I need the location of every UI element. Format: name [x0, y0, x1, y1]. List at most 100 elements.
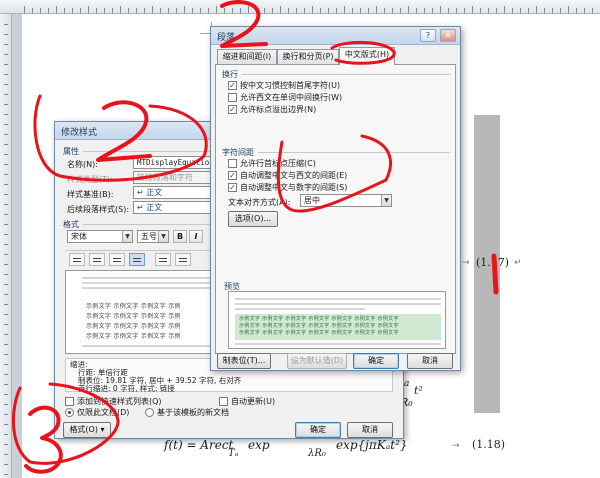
formula-118-lambda: λR₀: [308, 448, 326, 459]
align-justify-button[interactable]: [129, 253, 145, 266]
ruler-tick: [552, 8, 553, 13]
ruler-tick: [232, 8, 233, 13]
ruler-tick: [4, 154, 8, 155]
char-spacing-section: 字符间距: [222, 148, 254, 157]
auto-update-checkbox[interactable]: 自动更新(U): [219, 396, 275, 407]
align-center-button[interactable]: [89, 253, 105, 266]
line-spacing-1-button[interactable]: [155, 253, 171, 266]
template-radio[interactable]: 基于该模板的新文档: [145, 407, 229, 418]
preview-next-line: [235, 343, 441, 345]
radio-dot: [145, 408, 154, 417]
ruler-tick: [416, 8, 417, 13]
preview-prev-line: [235, 298, 441, 300]
following-style-label: 后续段落样式(S):: [67, 205, 130, 214]
format-menu-button[interactable]: 格式(O) ▾: [63, 422, 111, 438]
checkbox-box: [228, 159, 237, 168]
compress-punctuation-checkbox[interactable]: 允许行首标点压缩(C): [228, 158, 316, 169]
divider: [258, 152, 450, 153]
ruler-tick: [240, 8, 241, 13]
bold-button[interactable]: B: [173, 230, 187, 243]
ruler-tick: [4, 264, 8, 265]
chinese-line-break-checkbox[interactable]: ✓ 按中文习惯控制首尾字符(U): [228, 80, 340, 91]
modify-style-cancel-button[interactable]: 取消: [347, 422, 393, 438]
style-type-value: 链接段落和字符: [137, 173, 193, 182]
name-label: 名称(N):: [67, 160, 98, 169]
ruler-tick: [288, 8, 289, 13]
this-document-radio[interactable]: 仅限此文档(D): [65, 407, 129, 418]
preview-sample-text: 示例文字 示例文字 示例文字 示例: [86, 303, 181, 310]
ruler-tick: [4, 414, 8, 415]
ruler-tick: [352, 8, 353, 13]
tab-asian-typography[interactable]: 中文版式(H): [339, 47, 395, 65]
latin-word-wrap-checkbox[interactable]: 允许西文在单词中间换行(W): [228, 92, 342, 103]
checkbox-box: ✓: [228, 81, 237, 90]
align-right-button[interactable]: [109, 253, 125, 266]
ruler-tick: [4, 384, 8, 385]
paragraph-titlebar[interactable]: 段落 ? ✕: [211, 27, 460, 45]
paragraph-dialog: 段落 ? ✕ 缩进和间距(I) 换行和分页(P) 中文版式(H) 换行 ✓ 按中文…: [210, 26, 461, 371]
ruler-tick: [576, 8, 577, 13]
tab-line-page-breaks[interactable]: 换行和分页(P): [277, 49, 339, 64]
ruler-tick: [312, 6, 313, 13]
italic-button[interactable]: I: [189, 230, 203, 243]
tab-indents-spacing[interactable]: 缩进和间距(I): [217, 49, 277, 64]
preview-prev-line: [235, 303, 441, 305]
preview-sample-text: 示例文字 示例文字 示例文字 示例: [86, 333, 181, 340]
template-label: 基于该模板的新文档: [157, 408, 229, 417]
desc-line: 首行缩进: 0 字符, 样式: 链接: [78, 384, 175, 393]
tab-stops-button[interactable]: 制表位(T)...: [217, 353, 271, 369]
ruler-tick: [272, 8, 273, 13]
modify-style-ok-button[interactable]: 确定: [295, 422, 341, 438]
asian-number-spacing-checkbox[interactable]: ✓ 自动调整中文与数字的间距(S): [228, 182, 347, 193]
paragraph-cancel-button[interactable]: 取消: [407, 353, 453, 369]
ruler-tick: [112, 8, 113, 13]
ruler-tick: [4, 144, 8, 145]
line-spacing-2-button[interactable]: [175, 253, 191, 266]
ruler-tick: [4, 84, 8, 85]
ruler-tick: [320, 8, 321, 13]
font-size-value: 五号: [141, 232, 157, 241]
options-button[interactable]: 选项(O)...: [228, 211, 278, 227]
set-default-button[interactable]: 设为默认值(D): [287, 353, 347, 369]
preview-prev-line: [235, 308, 365, 310]
ruler-tick: [200, 8, 201, 13]
ruler-tick: [584, 8, 585, 13]
vertical-ruler[interactable]: [0, 14, 12, 478]
dialog-title: 修改样式: [61, 128, 98, 138]
text-alignment-select[interactable]: 居中 ▼: [300, 194, 392, 207]
ruler-tick: [48, 8, 49, 13]
ruler-tick: [264, 8, 265, 13]
equation-number-118: (1.18): [472, 438, 506, 451]
paragraph-ok-button[interactable]: 确定: [353, 353, 399, 369]
dialog-title: 段落: [217, 33, 236, 43]
radio-dot: [65, 408, 74, 417]
close-icon[interactable]: ✕: [440, 29, 456, 42]
ruler-tick: [144, 8, 145, 13]
ruler-tick: [4, 274, 8, 275]
hanging-punctuation-checkbox[interactable]: ✓ 允许标点溢出边界(N): [228, 104, 316, 115]
ruler-tick: [592, 8, 593, 13]
add-to-quick-styles-checkbox[interactable]: 添加到快速样式列表(Q): [65, 396, 162, 407]
help-icon[interactable]: ?: [420, 29, 436, 42]
ruler-tick: [120, 6, 121, 13]
ruler-tick: [4, 164, 8, 165]
align-left-button[interactable]: [69, 253, 85, 266]
preview-sample-text: 示例文字 示例文字 示例文字 示例: [86, 313, 181, 320]
ruler-tick: [296, 8, 297, 13]
checkbox-box: ✓: [228, 171, 237, 180]
asian-latin-spacing-checkbox[interactable]: ✓ 自动调整中文与西文的间距(E): [228, 170, 347, 181]
chevron-down-icon: ▼: [158, 231, 168, 242]
ruler-tick: [4, 134, 8, 135]
ruler-tick: [368, 8, 369, 13]
ruler-tick: [4, 374, 8, 375]
ruler-tick: [472, 6, 473, 13]
font-name-select[interactable]: 宋体 ▼: [67, 230, 133, 243]
font-size-select[interactable]: 五号 ▼: [137, 230, 169, 243]
ruler-tick: [504, 6, 505, 13]
ruler-tick: [424, 8, 425, 13]
chevron-down-icon: ▼: [122, 231, 132, 242]
ruler-tick: [496, 8, 497, 13]
preview-sample-text: 示例文字 示例文字 示例文字 示例文字 示例文字 示例文字 示例文字: [239, 330, 399, 336]
ruler-tick: [360, 8, 361, 13]
horizontal-ruler[interactable]: [0, 0, 600, 14]
